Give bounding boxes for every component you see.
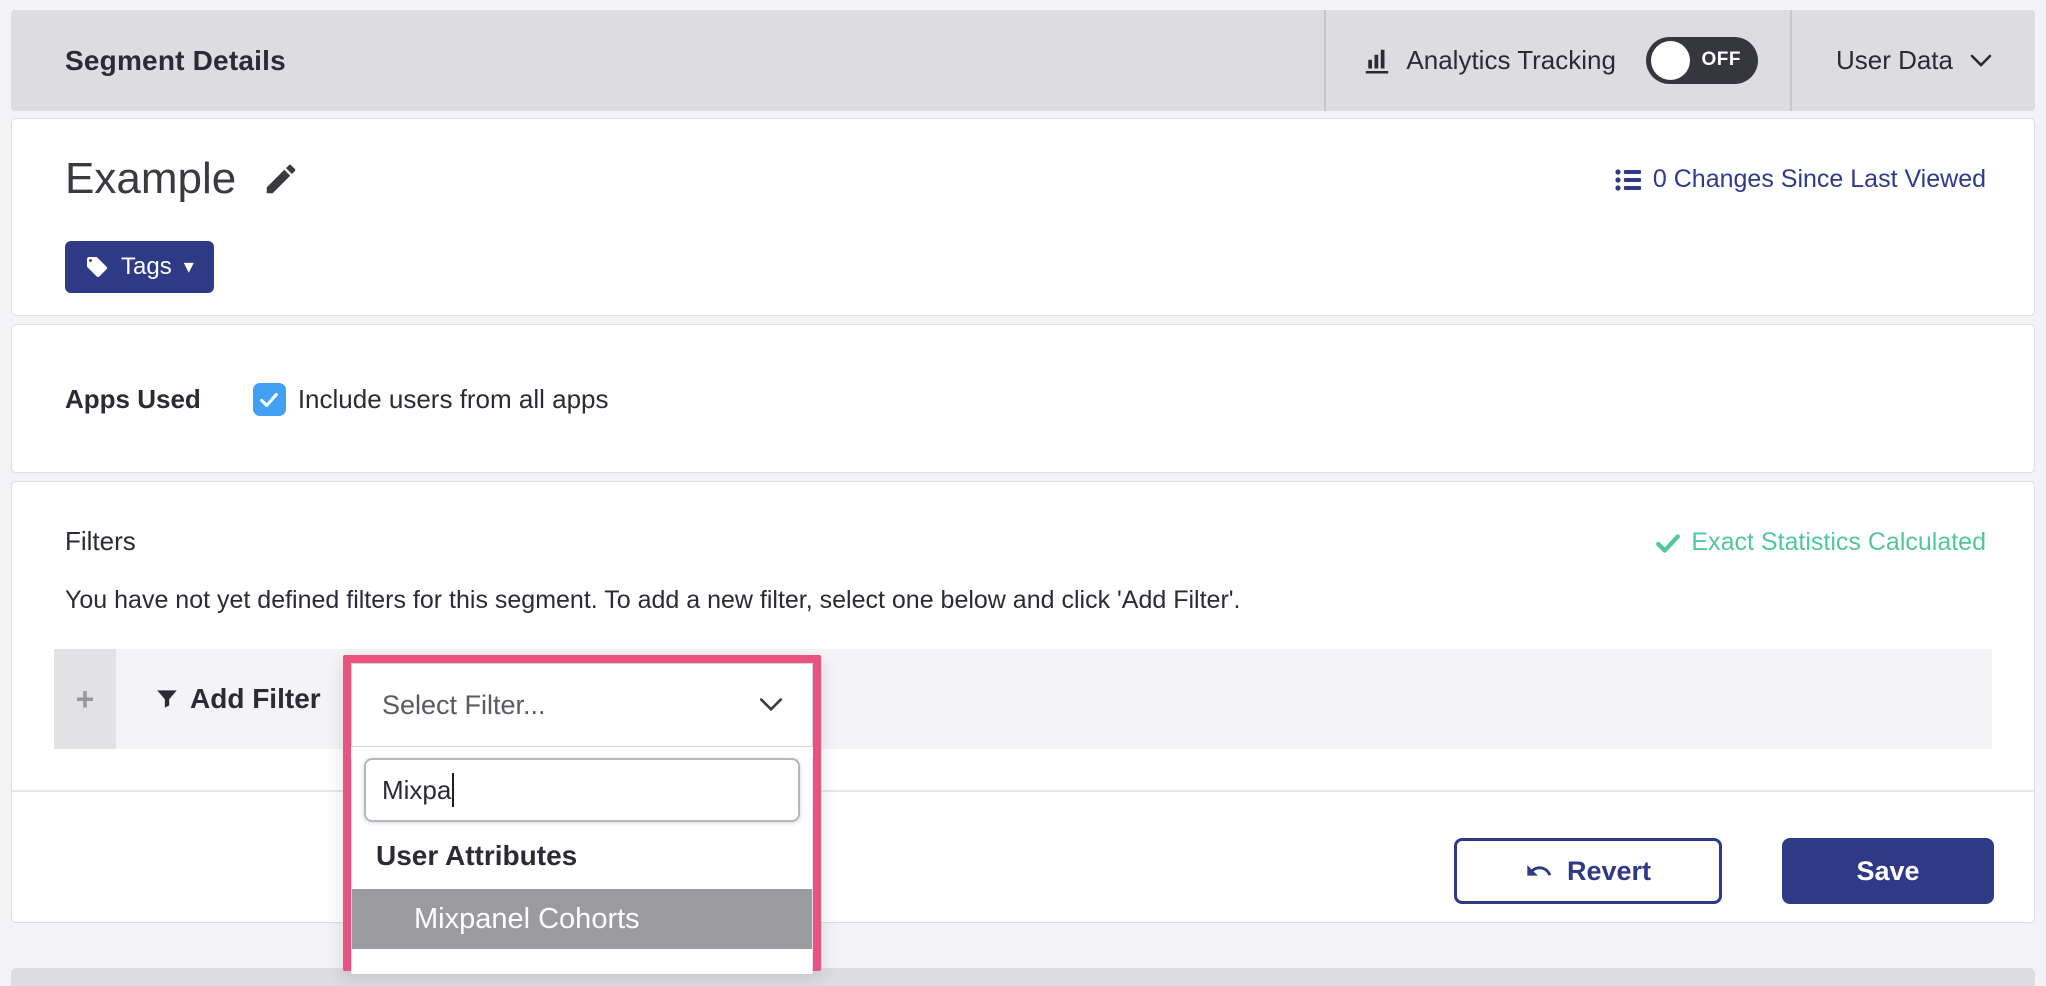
bar-chart-icon — [1362, 46, 1392, 76]
changes-since-last-viewed-link[interactable]: 0 Changes Since Last Viewed — [1615, 165, 1986, 194]
filters-title: Filters — [65, 526, 136, 557]
save-button[interactable]: Save — [1782, 838, 1994, 904]
plus-icon: + — [76, 683, 95, 715]
chevron-down-icon — [758, 696, 784, 714]
add-filter-plus-button[interactable]: + — [54, 649, 116, 749]
apps-used-card: Apps Used Include users from all apps — [11, 324, 2035, 473]
analytics-tracking-section: Analytics Tracking OFF — [1324, 10, 1790, 111]
save-button-label: Save — [1856, 856, 1919, 887]
user-data-label: User Data — [1836, 45, 1953, 76]
select-filter-value: Select Filter... — [382, 690, 546, 721]
option-group-header: User Attributes — [376, 840, 812, 872]
undo-icon — [1525, 857, 1553, 885]
filter-search-input[interactable]: Mixpa — [364, 758, 800, 822]
option-mixpanel-cohorts[interactable]: Mixpanel Cohorts — [352, 889, 812, 949]
analytics-tracking-toggle[interactable]: OFF — [1646, 37, 1758, 84]
select-filter-dropdown[interactable]: Select Filter... — [351, 663, 813, 747]
caret-down-icon: ▾ — [184, 257, 194, 277]
toggle-knob — [1651, 41, 1690, 80]
segment-name-card: Example 0 Changes Since Last Viewed Tags… — [11, 118, 2035, 316]
filter-search-value: Mixpa — [382, 775, 451, 806]
page-header: Segment Details Analytics Tracking OFF U… — [11, 10, 2035, 111]
apps-used-label: Apps Used — [65, 384, 201, 415]
analytics-tracking-label: Analytics Tracking — [1406, 45, 1616, 76]
edit-pencil-icon[interactable] — [262, 160, 300, 198]
check-icon — [1655, 530, 1681, 556]
apps-used-row: Apps Used Include users from all apps — [65, 383, 609, 416]
user-data-menu[interactable]: User Data — [1790, 10, 2035, 111]
filters-card: Filters Exact Statistics Calculated You … — [11, 481, 2035, 923]
page-title: Segment Details — [11, 45, 286, 77]
add-filter-group: Add Filter — [154, 649, 321, 749]
changes-link-label: 0 Changes Since Last Viewed — [1653, 165, 1986, 194]
include-all-apps-label: Include users from all apps — [298, 384, 609, 415]
header-right-group: Analytics Tracking OFF User Data — [1324, 10, 2035, 111]
list-icon — [1615, 168, 1643, 192]
segment-name-row: Example — [65, 153, 300, 205]
segment-name: Example — [65, 153, 236, 205]
bottom-bar — [11, 968, 2035, 986]
filter-dropdown-annotation: Select Filter... Mixpa User Attributes M… — [343, 655, 821, 971]
filters-status-label: Exact Statistics Calculated — [1691, 528, 1986, 557]
include-all-apps-checkbox[interactable] — [253, 383, 286, 416]
text-cursor — [452, 773, 454, 807]
tags-button[interactable]: Tags ▾ — [65, 241, 214, 293]
chevron-down-icon — [1969, 53, 1993, 69]
tags-button-label: Tags — [121, 253, 172, 281]
filters-description: You have not yet defined filters for thi… — [65, 586, 1241, 615]
revert-button-label: Revert — [1567, 856, 1651, 887]
select-filter-panel: Mixpa User Attributes Mixpanel Cohorts — [351, 758, 813, 974]
filters-status: Exact Statistics Calculated — [1655, 528, 1986, 557]
tag-icon — [85, 255, 109, 279]
toggle-state-label: OFF — [1701, 49, 1741, 71]
funnel-filter-icon — [154, 686, 180, 712]
filters-footer-divider — [12, 790, 2034, 792]
revert-button[interactable]: Revert — [1454, 838, 1722, 904]
add-filter-label: Add Filter — [190, 683, 321, 715]
